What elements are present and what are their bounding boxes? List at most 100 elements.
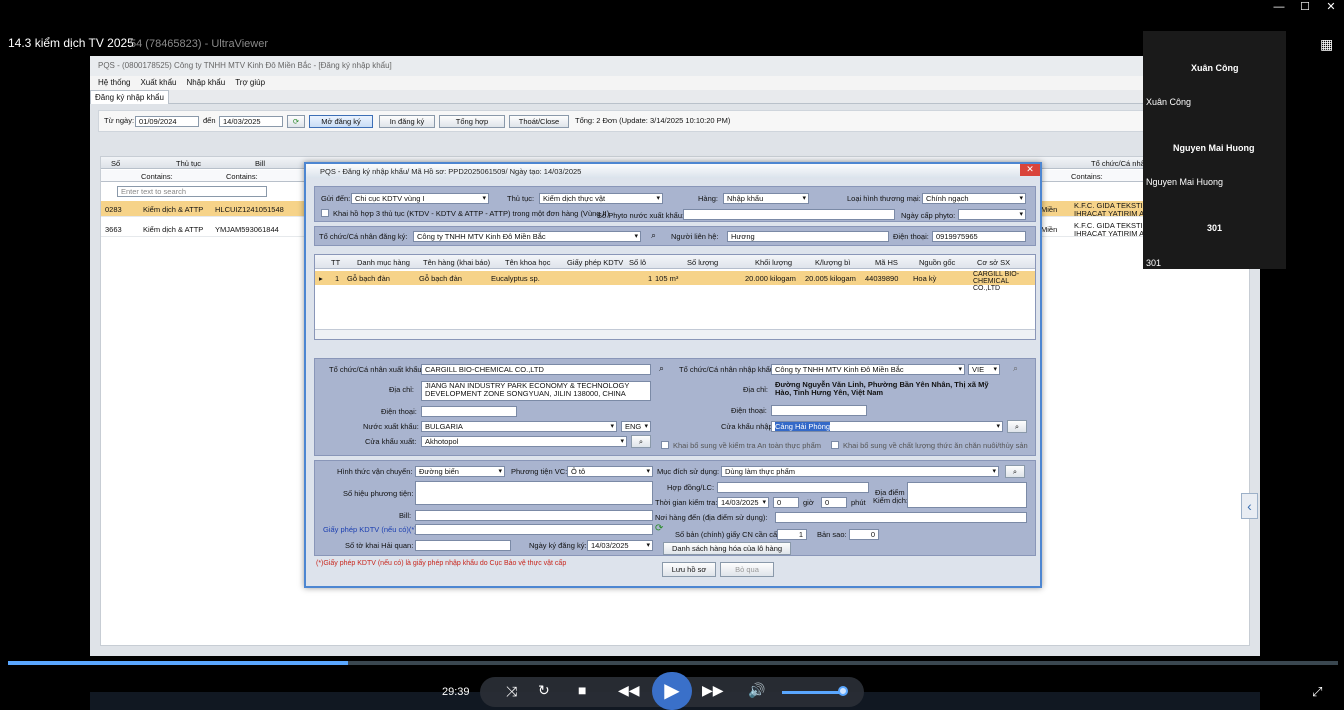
khai-bs-attp-label[interactable]: Khai bổ sung về kiểm tra An toàn thực ph…	[673, 441, 821, 450]
filter-contains-3[interactable]: Contains:	[1071, 172, 1103, 181]
col-danh-muc[interactable]: Danh mục hàng	[357, 258, 410, 267]
nk-dt-input[interactable]	[771, 405, 867, 416]
refresh-icon[interactable]: ⟳	[287, 115, 305, 128]
khai-hop-checkbox[interactable]	[321, 209, 329, 217]
menu-nhap-khau[interactable]: Nhập khẩu	[187, 78, 226, 88]
khai-bs-attp-checkbox[interactable]	[661, 441, 669, 449]
table-row[interactable]: ▸ 1 Gỗ bạch đàn Gỗ bạch đàn Eucalyptus s…	[315, 271, 1035, 292]
htvc-select[interactable]: Đường biển	[415, 466, 505, 477]
xk-diachi-input[interactable]: JIANG NAN INDUSTRY PARK ECONOMY & TECHNO…	[421, 381, 651, 401]
ngay-dk-date[interactable]: 14/03/2025	[587, 540, 653, 551]
rewind-icon[interactable]: ◀◀	[618, 682, 640, 699]
ban-sao-input[interactable]: 0	[849, 529, 879, 540]
menu-tro-giup[interactable]: Trợ giúp	[235, 78, 265, 88]
volume-knob[interactable]	[838, 686, 848, 696]
cua-xk-select[interactable]: Akhotopol	[421, 436, 627, 447]
binoculars-icon[interactable]: ⌕	[651, 230, 656, 241]
tg-kiem-tra-date[interactable]: 14/03/2025	[717, 497, 769, 508]
so-phyto-input[interactable]	[683, 209, 895, 220]
so-ban-input[interactable]: 1	[777, 529, 807, 540]
col-so-lo[interactable]: Số lô	[629, 258, 646, 267]
to-date-input[interactable]: 14/03/2025	[219, 116, 283, 127]
col-khoi-luong[interactable]: Khối lượng	[755, 258, 792, 267]
layout-grid-icon[interactable]: ▦	[1320, 36, 1333, 53]
col-ten-khoa-hoc[interactable]: Tên khoa học	[505, 258, 550, 267]
to-chuc-dk-select[interactable]: Công ty TNHH MTV Kinh Đô Miền Bắc	[413, 231, 641, 242]
xk-input[interactable]: CARGILL BIO-CHEMICAL CO.,LTD	[421, 364, 651, 375]
mdsd-select[interactable]: Dùng làm thực phẩm	[721, 466, 999, 477]
cancel-button[interactable]: Bỏ qua	[720, 562, 774, 577]
ngay-phyto-input[interactable]	[958, 209, 1026, 220]
so-hieu-input[interactable]	[415, 481, 653, 505]
chevron-left-icon[interactable]: ‹	[1241, 493, 1258, 519]
lang-nk-select[interactable]: VIE	[968, 364, 1000, 375]
print-registration-button[interactable]: In đăng ký	[379, 115, 435, 128]
save-button[interactable]: Lưu hồ sơ	[662, 562, 716, 577]
thu-tuc-select[interactable]: Kiểm dịch thực vật	[539, 193, 663, 204]
ptvc-select[interactable]: Ô tô	[567, 466, 653, 477]
bill-input[interactable]	[415, 510, 653, 521]
hang-select[interactable]: Nhập khẩu	[723, 193, 809, 204]
fast-forward-icon[interactable]: ▶▶	[702, 682, 724, 699]
col-ten-hang[interactable]: Tên hàng (khai báo)	[423, 258, 490, 267]
shuffle-icon[interactable]: ⤨	[506, 683, 517, 700]
close-icon[interactable]: ✕	[1318, 0, 1344, 16]
play-button[interactable]: ▶	[652, 672, 692, 710]
exit-button[interactable]: Thoát/Close	[509, 115, 569, 128]
col-nguon-goc[interactable]: Nguồn gốc	[919, 258, 955, 267]
binoculars-icon[interactable]: ⌕	[1013, 363, 1018, 374]
col-ma-hs[interactable]: Mã HS	[875, 258, 898, 267]
giay-phep-input[interactable]	[415, 524, 653, 535]
maximize-icon[interactable]: ☐	[1292, 0, 1318, 16]
filter-contains-1[interactable]: Contains:	[141, 172, 173, 181]
volume-slider[interactable]	[782, 691, 846, 694]
noi-hang-den-input[interactable]	[775, 512, 1027, 523]
volume-icon[interactable]: 🔊	[748, 682, 765, 699]
loai-hinh-select[interactable]: Chính ngạch	[922, 193, 1026, 204]
menu-he-thong[interactable]: Hệ thống	[98, 78, 130, 88]
from-date-input[interactable]: 01/09/2024	[135, 116, 199, 127]
col-to-chuc[interactable]: Tổ chức/Cá nhân	[1091, 159, 1149, 168]
cua-nk-select[interactable]: Cảng Hải Phòng	[771, 421, 1003, 432]
repeat-icon[interactable]: ↻	[538, 682, 550, 699]
khai-bs-cl-label[interactable]: Khai bổ sung về chất lượng thức ăn chăn …	[843, 441, 1028, 450]
hop-dong-input[interactable]	[717, 482, 869, 493]
gio-input[interactable]: 0	[773, 497, 799, 508]
col-so[interactable]: Số	[111, 159, 120, 168]
col-giay-phep[interactable]: Giấy phép KDTV	[567, 258, 623, 267]
menu-xuat-khau[interactable]: Xuất khẩu	[140, 78, 176, 88]
binoculars-icon[interactable]: ⌕	[1005, 465, 1025, 478]
dia-diem-input[interactable]	[907, 482, 1027, 508]
so-to-khai-input[interactable]	[415, 540, 511, 551]
summary-button[interactable]: Tổng hợp	[439, 115, 505, 128]
khai-bs-cl-checkbox[interactable]	[831, 441, 839, 449]
fullscreen-icon[interactable]: ⤢	[1312, 684, 1322, 700]
gui-den-select[interactable]: Chi cục KDTV vùng I	[351, 193, 489, 204]
col-k-luong-bi[interactable]: K/lượng bì	[815, 258, 850, 267]
col-so-luong[interactable]: Số lượng	[687, 258, 718, 267]
phut-input[interactable]: 0	[821, 497, 847, 508]
xk-dt-input[interactable]	[421, 406, 517, 417]
danh-sach-hang-button[interactable]: Danh sách hàng hóa của lô hàng	[663, 542, 791, 555]
binoculars-icon[interactable]: ⌕	[659, 363, 664, 374]
binoculars-icon[interactable]: ⌕	[631, 435, 651, 448]
nk-select[interactable]: Công ty TNHH MTV Kinh Đô Miền Bắc	[771, 364, 965, 375]
refresh-icon[interactable]: ⟳	[655, 523, 663, 534]
items-scrollbar[interactable]	[315, 329, 1035, 339]
dien-thoai-input[interactable]: 0919975965	[932, 231, 1026, 242]
tab-dang-ky-nhap-khau[interactable]: Đăng ký nhập khẩu	[90, 90, 169, 104]
filter-contains-2[interactable]: Contains:	[226, 172, 258, 181]
col-bill[interactable]: Bill	[255, 159, 265, 168]
col-thu-tuc[interactable]: Thủ tục	[176, 159, 201, 168]
nuoc-xk-select[interactable]: BULGARIA	[421, 421, 617, 432]
binoculars-icon[interactable]: ⌕	[1007, 420, 1027, 433]
grid-search-input[interactable]: Enter text to search	[117, 186, 267, 197]
lang-xk-select[interactable]: ENG	[621, 421, 651, 432]
col-tt[interactable]: TT	[331, 258, 340, 267]
nguoi-lh-input[interactable]: Hương	[727, 231, 889, 242]
minimize-icon[interactable]: —	[1266, 0, 1292, 16]
close-icon[interactable]: ✕	[1020, 164, 1040, 176]
open-registration-button[interactable]: Mở đăng ký	[309, 115, 373, 128]
col-co-so-sx[interactable]: Cơ sở SX	[977, 258, 1010, 267]
stop-icon[interactable]: ■	[578, 682, 586, 698]
